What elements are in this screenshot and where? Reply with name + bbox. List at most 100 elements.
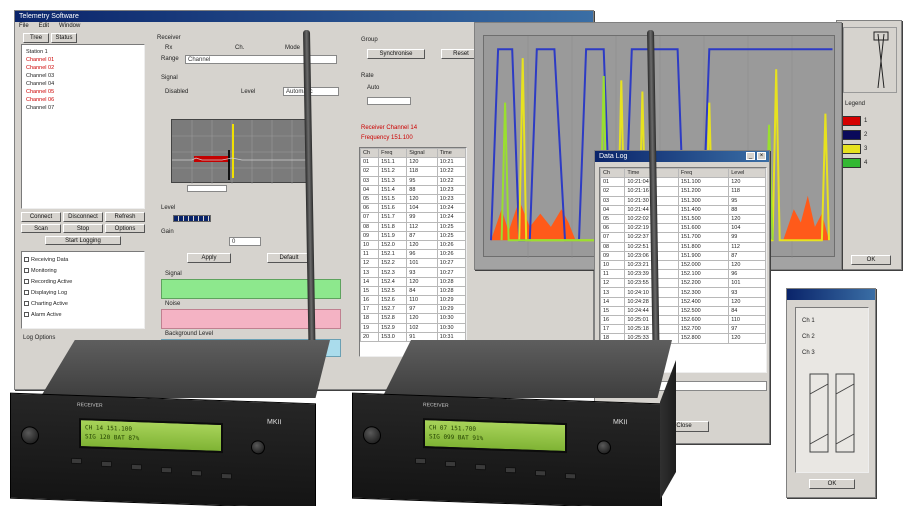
- checklist-item[interactable]: Charting Active: [24, 299, 142, 310]
- table-row[interactable]: 14 152.4 120 10:28: [360, 276, 466, 287]
- options-button[interactable]: Options: [105, 224, 145, 233]
- checkbox[interactable]: [24, 268, 29, 274]
- device-right-key-6[interactable]: [565, 473, 576, 480]
- main-window-titlebar[interactable]: Telemetry Software: [15, 11, 593, 22]
- channel-table[interactable]: Ch Freq Signal Time 01 151.1 120 10:21 02 151.2 11…: [359, 147, 467, 357]
- table-row[interactable]: 12 152.2 101 10:27: [360, 258, 466, 269]
- menu-file[interactable]: File: [19, 22, 29, 31]
- device-right-knob[interactable]: [363, 425, 381, 445]
- column-header[interactable]: Signal: [406, 148, 438, 159]
- tree-item[interactable]: Channel 05: [22, 88, 144, 96]
- table-row[interactable]: 07 151.7 99 10:24: [360, 212, 466, 223]
- checklist-item[interactable]: Recording Active: [24, 277, 142, 288]
- tree-item[interactable]: Channel 07: [22, 104, 144, 112]
- checklist-item[interactable]: Alarm Active: [24, 310, 142, 321]
- device-left-knob-right[interactable]: [251, 440, 265, 455]
- table-row[interactable]: 15 10:24:44 152.500 84: [600, 305, 766, 317]
- bottom-ok-button[interactable]: OK: [809, 479, 855, 489]
- tree-item[interactable]: Station 1: [22, 48, 144, 56]
- table-row[interactable]: 08 151.8 112 10:25: [360, 221, 466, 232]
- scan-button[interactable]: Scan: [21, 224, 61, 233]
- column-header[interactable]: Ch: [600, 168, 626, 179]
- tree-item[interactable]: Channel 03: [22, 72, 144, 80]
- checkbox[interactable]: [24, 312, 29, 318]
- column-header[interactable]: Freq: [378, 148, 408, 159]
- start-logging-button[interactable]: Start Logging: [45, 236, 121, 245]
- checklist-item[interactable]: Receiving Data: [24, 255, 142, 266]
- table-row[interactable]: 04 151.4 88 10:23: [360, 184, 466, 195]
- tree-item[interactable]: Channel 01: [22, 56, 144, 64]
- connect-button[interactable]: Connect: [21, 212, 61, 222]
- column-header[interactable]: Time: [436, 148, 466, 159]
- disconnect-button[interactable]: Disconnect: [63, 212, 103, 222]
- table-row[interactable]: 10 152.0 120 10:26: [360, 239, 466, 251]
- checkbox[interactable]: [24, 301, 29, 307]
- checkbox[interactable]: [24, 257, 29, 263]
- table-row[interactable]: 17 152.7 97 10:29: [360, 304, 466, 315]
- table-row[interactable]: 08 10:22:51 151.800 112: [600, 241, 766, 252]
- synchronise-button[interactable]: Synchronise: [367, 49, 425, 59]
- device-left-key-1[interactable]: [71, 457, 82, 465]
- table-row[interactable]: 19 152.9 102 10:30: [360, 322, 466, 333]
- table-row[interactable]: 10 10:23:21 152.000 120: [600, 259, 766, 271]
- device-left-key-5[interactable]: [191, 469, 202, 477]
- table-row[interactable]: 16 152.6 110 10:29: [360, 294, 466, 306]
- checkbox[interactable]: [24, 290, 29, 296]
- table-row[interactable]: 01 151.1 120 10:21: [360, 157, 466, 168]
- device-left-key-3[interactable]: [131, 463, 142, 471]
- table-row[interactable]: 02 151.2 118 10:22: [360, 166, 466, 177]
- device-left-key-2[interactable]: [101, 460, 112, 468]
- device-left-key-6[interactable]: [221, 473, 232, 480]
- device-right-knob-right[interactable]: [597, 440, 611, 455]
- menu-window[interactable]: Window: [59, 22, 80, 31]
- table-row[interactable]: 13 152.3 93 10:27: [360, 267, 466, 278]
- device-right-key-3[interactable]: [475, 463, 486, 471]
- table-row[interactable]: 09 10:23:06 151.900 87: [600, 250, 766, 261]
- device-left-key-4[interactable]: [161, 466, 172, 474]
- bottom-window-titlebar[interactable]: [787, 289, 875, 300]
- tree-item[interactable]: Channel 04: [22, 80, 144, 88]
- default-button[interactable]: Default: [267, 253, 311, 263]
- tab-tree[interactable]: Tree: [23, 33, 49, 43]
- refresh-button[interactable]: Refresh: [105, 212, 145, 222]
- table-row[interactable]: 04 10:21:44 151.400 88: [600, 204, 766, 215]
- table-row[interactable]: 06 151.6 104 10:24: [360, 203, 466, 214]
- checklist-item[interactable]: Displaying Log: [24, 288, 142, 299]
- range-field[interactable]: Channel: [185, 55, 337, 64]
- column-header[interactable]: Freq: [677, 168, 730, 179]
- tree-item[interactable]: Channel 06: [22, 96, 144, 104]
- table-row[interactable]: 06 10:22:19 151.600 104: [600, 223, 766, 234]
- gain-spinner[interactable]: 0: [229, 237, 261, 246]
- apply-button[interactable]: Apply: [187, 253, 231, 263]
- table-row[interactable]: 07 10:22:37 151.700 99: [600, 232, 766, 243]
- table-row[interactable]: 05 151.5 120 10:23: [360, 193, 466, 205]
- table-row[interactable]: 05 10:22:02 151.500 120: [600, 213, 766, 225]
- table-row[interactable]: 14 10:24:28 152.400 120: [600, 296, 766, 307]
- tree-item[interactable]: Channel 02: [22, 64, 144, 72]
- table-row[interactable]: 17 10:25:18 152.700 97: [600, 324, 766, 335]
- table-row[interactable]: 01 10:21:04 151.100 120: [600, 177, 766, 188]
- table-row[interactable]: 09 151.9 87 10:25: [360, 230, 466, 241]
- table-row[interactable]: 16 10:25:01 152.600 110: [600, 314, 766, 326]
- stop-button[interactable]: Stop: [63, 224, 103, 233]
- rate-field[interactable]: [367, 97, 411, 105]
- table-row[interactable]: 12 10:23:55 152.200 101: [600, 278, 766, 289]
- device-right-key-4[interactable]: [505, 466, 516, 474]
- table-row[interactable]: 18 152.8 120 10:30: [360, 313, 466, 324]
- table-row[interactable]: 13 10:24:10 152.300 93: [600, 287, 766, 298]
- table-row[interactable]: 15 152.5 84 10:28: [360, 285, 466, 297]
- tab-status[interactable]: Status: [51, 33, 77, 43]
- legend-ok-button[interactable]: OK: [851, 255, 891, 265]
- device-right-key-2[interactable]: [445, 460, 456, 468]
- column-header[interactable]: Ch: [360, 148, 380, 159]
- menu-edit[interactable]: Edit: [39, 22, 49, 31]
- table-row[interactable]: 02 10:21:16 151.200 118: [600, 186, 766, 197]
- table-row[interactable]: 11 152.1 96 10:26: [360, 249, 466, 260]
- device-left-knob[interactable]: [21, 426, 39, 445]
- device-right-key-5[interactable]: [535, 469, 546, 477]
- minimize-icon[interactable]: _: [746, 152, 755, 160]
- checklist-item[interactable]: Monitoring: [24, 266, 142, 277]
- table-row[interactable]: 03 10:21:30 151.300 95: [600, 195, 766, 206]
- channel-tree[interactable]: Station 1 Channel 01 Channel 02 Channel 03 C…: [21, 44, 145, 209]
- table-row[interactable]: 03 151.3 95 10:22: [360, 175, 466, 186]
